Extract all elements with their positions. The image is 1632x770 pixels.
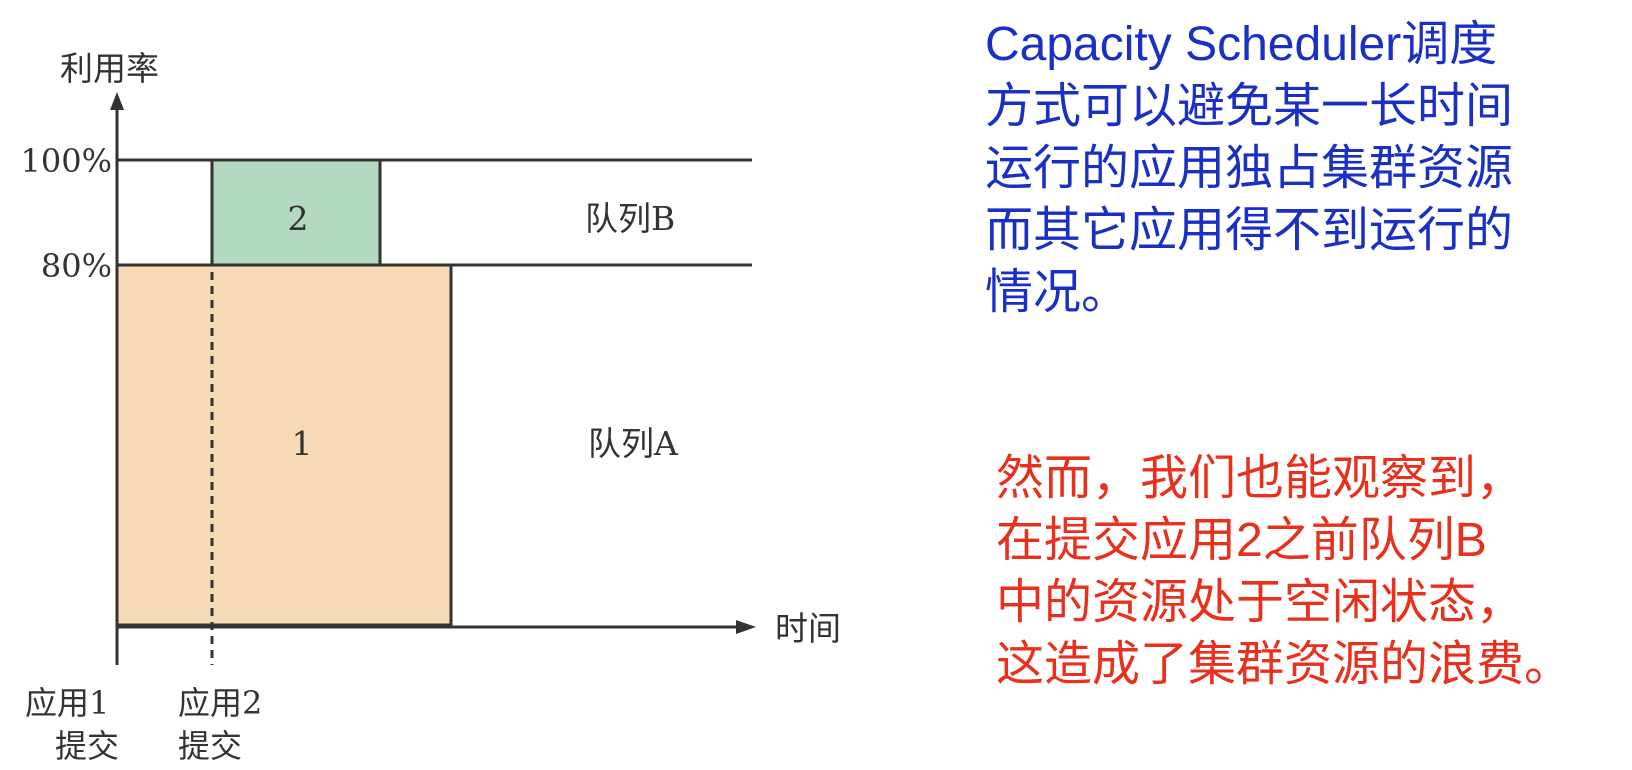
app1-submit-label-line1: 应用1 [25, 684, 109, 722]
x-axis-label: 时间 [775, 609, 841, 648]
app2-submit-label-line2: 提交 [178, 727, 242, 765]
app2-submit-label-line1: 应用2 [178, 684, 262, 722]
blue-text-line: 情况。 [985, 266, 1130, 319]
red-text-line: 然而，我们也能观察到， [996, 452, 1525, 505]
y-axis-label: 利用率 [60, 49, 159, 88]
red-text-line: 中的资源处于空闲状态， [996, 576, 1525, 629]
blue-text-line: 而其它应用得不到运行的 [985, 204, 1514, 257]
blue-text-line: Capacity Scheduler调度 [985, 18, 1498, 71]
blue-explanation-text: Capacity Scheduler调度 方式可以避免某一长时间 运行的应用独占… [985, 14, 1605, 324]
x-axis-arrow [736, 620, 756, 634]
red-text-line: 在提交应用2之前队列B [996, 514, 1487, 567]
blue-text-line: 运行的应用独占集群资源 [985, 142, 1514, 195]
app2-block-label: 2 [288, 199, 309, 238]
tick-80-label: 80% [41, 247, 112, 285]
red-explanation-text: 然而，我们也能观察到， 在提交应用2之前队列B 中的资源处于空闲状态， 这造成了… [996, 448, 1626, 696]
app1-block-label: 1 [292, 424, 313, 463]
queue-a-label: 队列A [588, 424, 679, 463]
app1-block [115, 263, 453, 627]
blue-text-line: 方式可以避免某一长时间 [985, 80, 1514, 133]
capacity-scheduler-diagram: 利用率 时间 100% 80% 队列B 队列A 2 1 应用1 提交 应用2 提… [21, 49, 841, 765]
app1-submit-label-line2: 提交 [55, 727, 119, 765]
queue-b-label: 队列B [585, 199, 675, 238]
tick-100-label: 100% [21, 142, 112, 180]
red-text-line: 这造成了集群资源的浪费。 [996, 638, 1573, 691]
y-axis-arrow [110, 92, 124, 110]
